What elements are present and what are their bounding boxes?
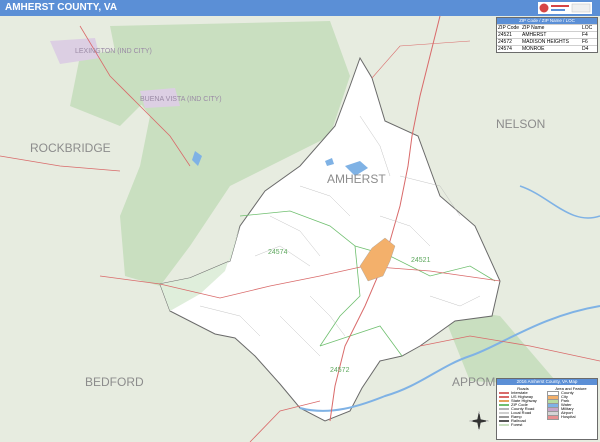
zip-label: 24574 <box>268 249 288 256</box>
neighbor-county-label: APPOM <box>452 375 495 389</box>
map-title: AMHERST COUNTY, VA <box>0 0 600 16</box>
legend-swatch <box>499 396 509 398</box>
legend-item: Forest <box>499 423 547 427</box>
zip-code: 24572 <box>498 39 512 45</box>
zip-code: 24574 <box>498 46 512 52</box>
neighbor-county-label: NELSON <box>496 117 545 131</box>
city-label-buena-vista: BUENA VISTA (IND CITY) <box>140 96 222 103</box>
map-page: AMHERST COUNTY, VA LEXINGTON (IND CITY) … <box>0 0 600 442</box>
zip-name: MONROE <box>522 46 545 52</box>
compass-icon: N S E W <box>469 411 489 432</box>
brand-logo <box>538 2 592 14</box>
zip-code: 24521 <box>498 32 512 38</box>
legend-swatch <box>499 424 509 426</box>
county-label: AMHERST <box>327 172 386 186</box>
zip-label: 24521 <box>411 257 431 264</box>
legend-swatch <box>547 414 559 420</box>
zip-name: AMHERST <box>522 32 547 38</box>
zip-table-col: ZIP Name <box>522 25 545 31</box>
legend-column-areas: Area and Feature County City Park Water Mili… <box>547 386 595 427</box>
zip-loc: F4 <box>582 32 588 38</box>
table-row: 24521 AMHERST F4 <box>497 31 597 38</box>
map-legend: 2016 Amherst County, VA Map Roads Inters… <box>496 378 598 440</box>
legend-item: Hospital <box>547 414 595 420</box>
zip-table-col: LOC <box>582 25 593 31</box>
zip-name: MADISON HEIGHTS <box>522 39 569 45</box>
legend-swatch <box>499 404 509 406</box>
legend-columns: Roads Interstate US Highway State Highway Z… <box>497 385 597 428</box>
legend-label: Hospital <box>561 414 576 419</box>
neighbor-county-label: ROCKBRIDGE <box>30 141 111 155</box>
compass-letter: S <box>478 428 480 432</box>
legend-label: Forest <box>511 422 523 427</box>
legend-swatch <box>499 416 509 418</box>
compass-letter: W <box>470 419 473 423</box>
legend-swatch <box>499 408 509 410</box>
zip-table-col: ZIP Code <box>498 25 520 31</box>
neighbor-county-label: BEDFORD <box>85 375 144 389</box>
compass-letter: N <box>478 411 480 415</box>
zip-loc: D4 <box>582 46 589 52</box>
legend-swatch <box>499 412 509 414</box>
city-label-lexington: LEXINGTON (IND CITY) <box>75 48 152 55</box>
legend-swatch <box>499 420 509 422</box>
zip-table-head-row: ZIP Code ZIP Name LOC <box>497 24 597 31</box>
compass-letter: E <box>486 419 488 423</box>
zip-label: 24572 <box>330 367 350 374</box>
zip-loc: F6 <box>582 39 588 45</box>
table-row: 24572 MADISON HEIGHTS F6 <box>497 38 597 45</box>
zip-code-locator-table: ZIP Code / ZIP Name / LOC ZIP Code ZIP N… <box>496 17 598 53</box>
legend-swatch <box>499 400 509 402</box>
table-row: 24574 MONROE D4 <box>497 45 597 52</box>
legend-swatch <box>499 392 509 394</box>
legend-column-roads: Roads Interstate US Highway State Highway Z… <box>499 386 547 427</box>
